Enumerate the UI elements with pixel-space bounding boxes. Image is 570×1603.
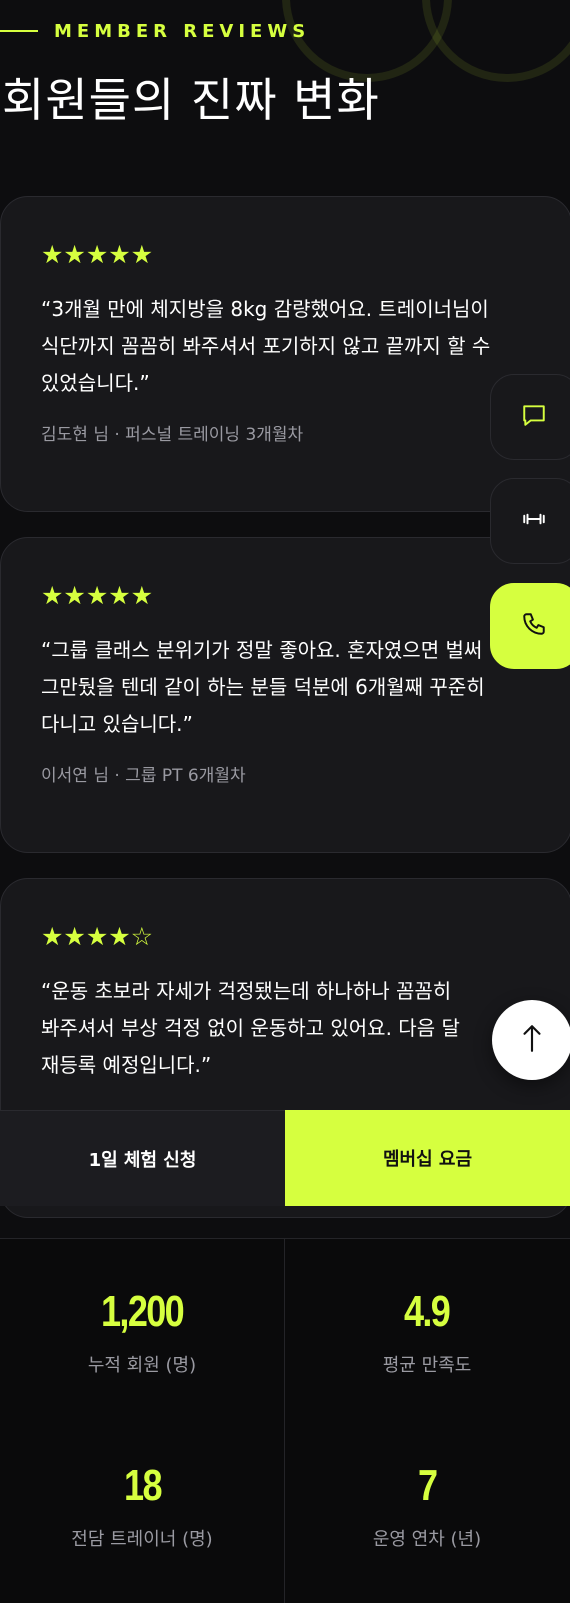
review-quote: “3개월 만에 체지방을 8kg 감량했어요. 트레이너님이 식단까지 꼼꼼히 … <box>41 297 491 395</box>
stat-trainers: 18 전담 트레이너 (명) <box>0 1461 284 1551</box>
stat-satisfaction: 4.9 평균 만족도 <box>285 1287 569 1377</box>
stat-label: 전담 트레이너 (명) <box>71 1529 213 1550</box>
rating-stars: ★★★★★ <box>41 581 154 610</box>
stat-members: 1,200 누적 회원 (명) <box>0 1287 284 1377</box>
stat-label: 평균 만족도 <box>382 1355 472 1376</box>
stat-value: 4.9 <box>404 1287 451 1336</box>
stat-label: 운영 연차 (년) <box>372 1529 482 1550</box>
rating-stars: ★★★★★ <box>41 240 154 269</box>
review-author: 이서연 님 · 그룹 PT 6개월차 <box>41 766 246 786</box>
membership-pricing-button[interactable]: 멤버십 요금 <box>285 1110 570 1206</box>
review-quote: “그룹 클래스 분위기가 정말 좋아요. 혼자였으면 벌써 그만뒀을 텐데 같이… <box>41 638 485 736</box>
reviews-page: MEMBER REVIEWS 회원들의 진짜 변화 ★★★★★ “3개월 만에 … <box>0 0 570 1603</box>
call-button[interactable] <box>490 583 570 669</box>
section-eyebrow: MEMBER REVIEWS <box>0 18 310 44</box>
dumbbell-icon <box>521 506 547 536</box>
decorative-ring <box>422 0 570 82</box>
chat-icon <box>521 402 547 432</box>
stat-value: 18 <box>123 1461 162 1510</box>
scroll-to-top-button[interactable] <box>492 1000 570 1080</box>
stat-value: 7 <box>417 1461 438 1510</box>
phone-icon <box>521 611 547 641</box>
eyebrow-line <box>0 30 38 32</box>
eyebrow-text: MEMBER REVIEWS <box>54 20 311 42</box>
trial-signup-button[interactable]: 1일 체험 신청 <box>0 1110 285 1206</box>
review-author: 김도현 님 · 퍼스널 트레이닝 3개월차 <box>41 425 304 445</box>
review-card: ★★★★★ “3개월 만에 체지방을 8kg 감량했어요. 트레이너님이 식단까… <box>0 196 570 512</box>
review-card: ★★★★★ “그룹 클래스 분위기가 정말 좋아요. 혼자였으면 벌써 그만뒀을… <box>0 537 570 853</box>
rating-stars: ★★★★☆ <box>41 922 154 951</box>
stat-label: 누적 회원 (명) <box>87 1355 197 1376</box>
chat-button[interactable] <box>490 374 570 460</box>
review-quote: “운동 초보라 자세가 걱정됐는데 하나하나 꼼꼼히 봐주셔서 부상 걱정 없이… <box>41 979 460 1077</box>
stat-years: 7 운영 연차 (년) <box>285 1461 569 1551</box>
cta-bar: 1일 체험 신청 멤버십 요금 <box>0 1110 570 1206</box>
section-title: 회원들의 진짜 변화 <box>2 73 380 127</box>
stat-value: 1,200 <box>100 1287 185 1336</box>
program-button[interactable] <box>490 478 570 564</box>
arrow-up-icon <box>519 1023 545 1057</box>
stats-grid: 1,200 누적 회원 (명) 4.9 평균 만족도 18 전담 트레이너 (명… <box>0 1238 570 1603</box>
